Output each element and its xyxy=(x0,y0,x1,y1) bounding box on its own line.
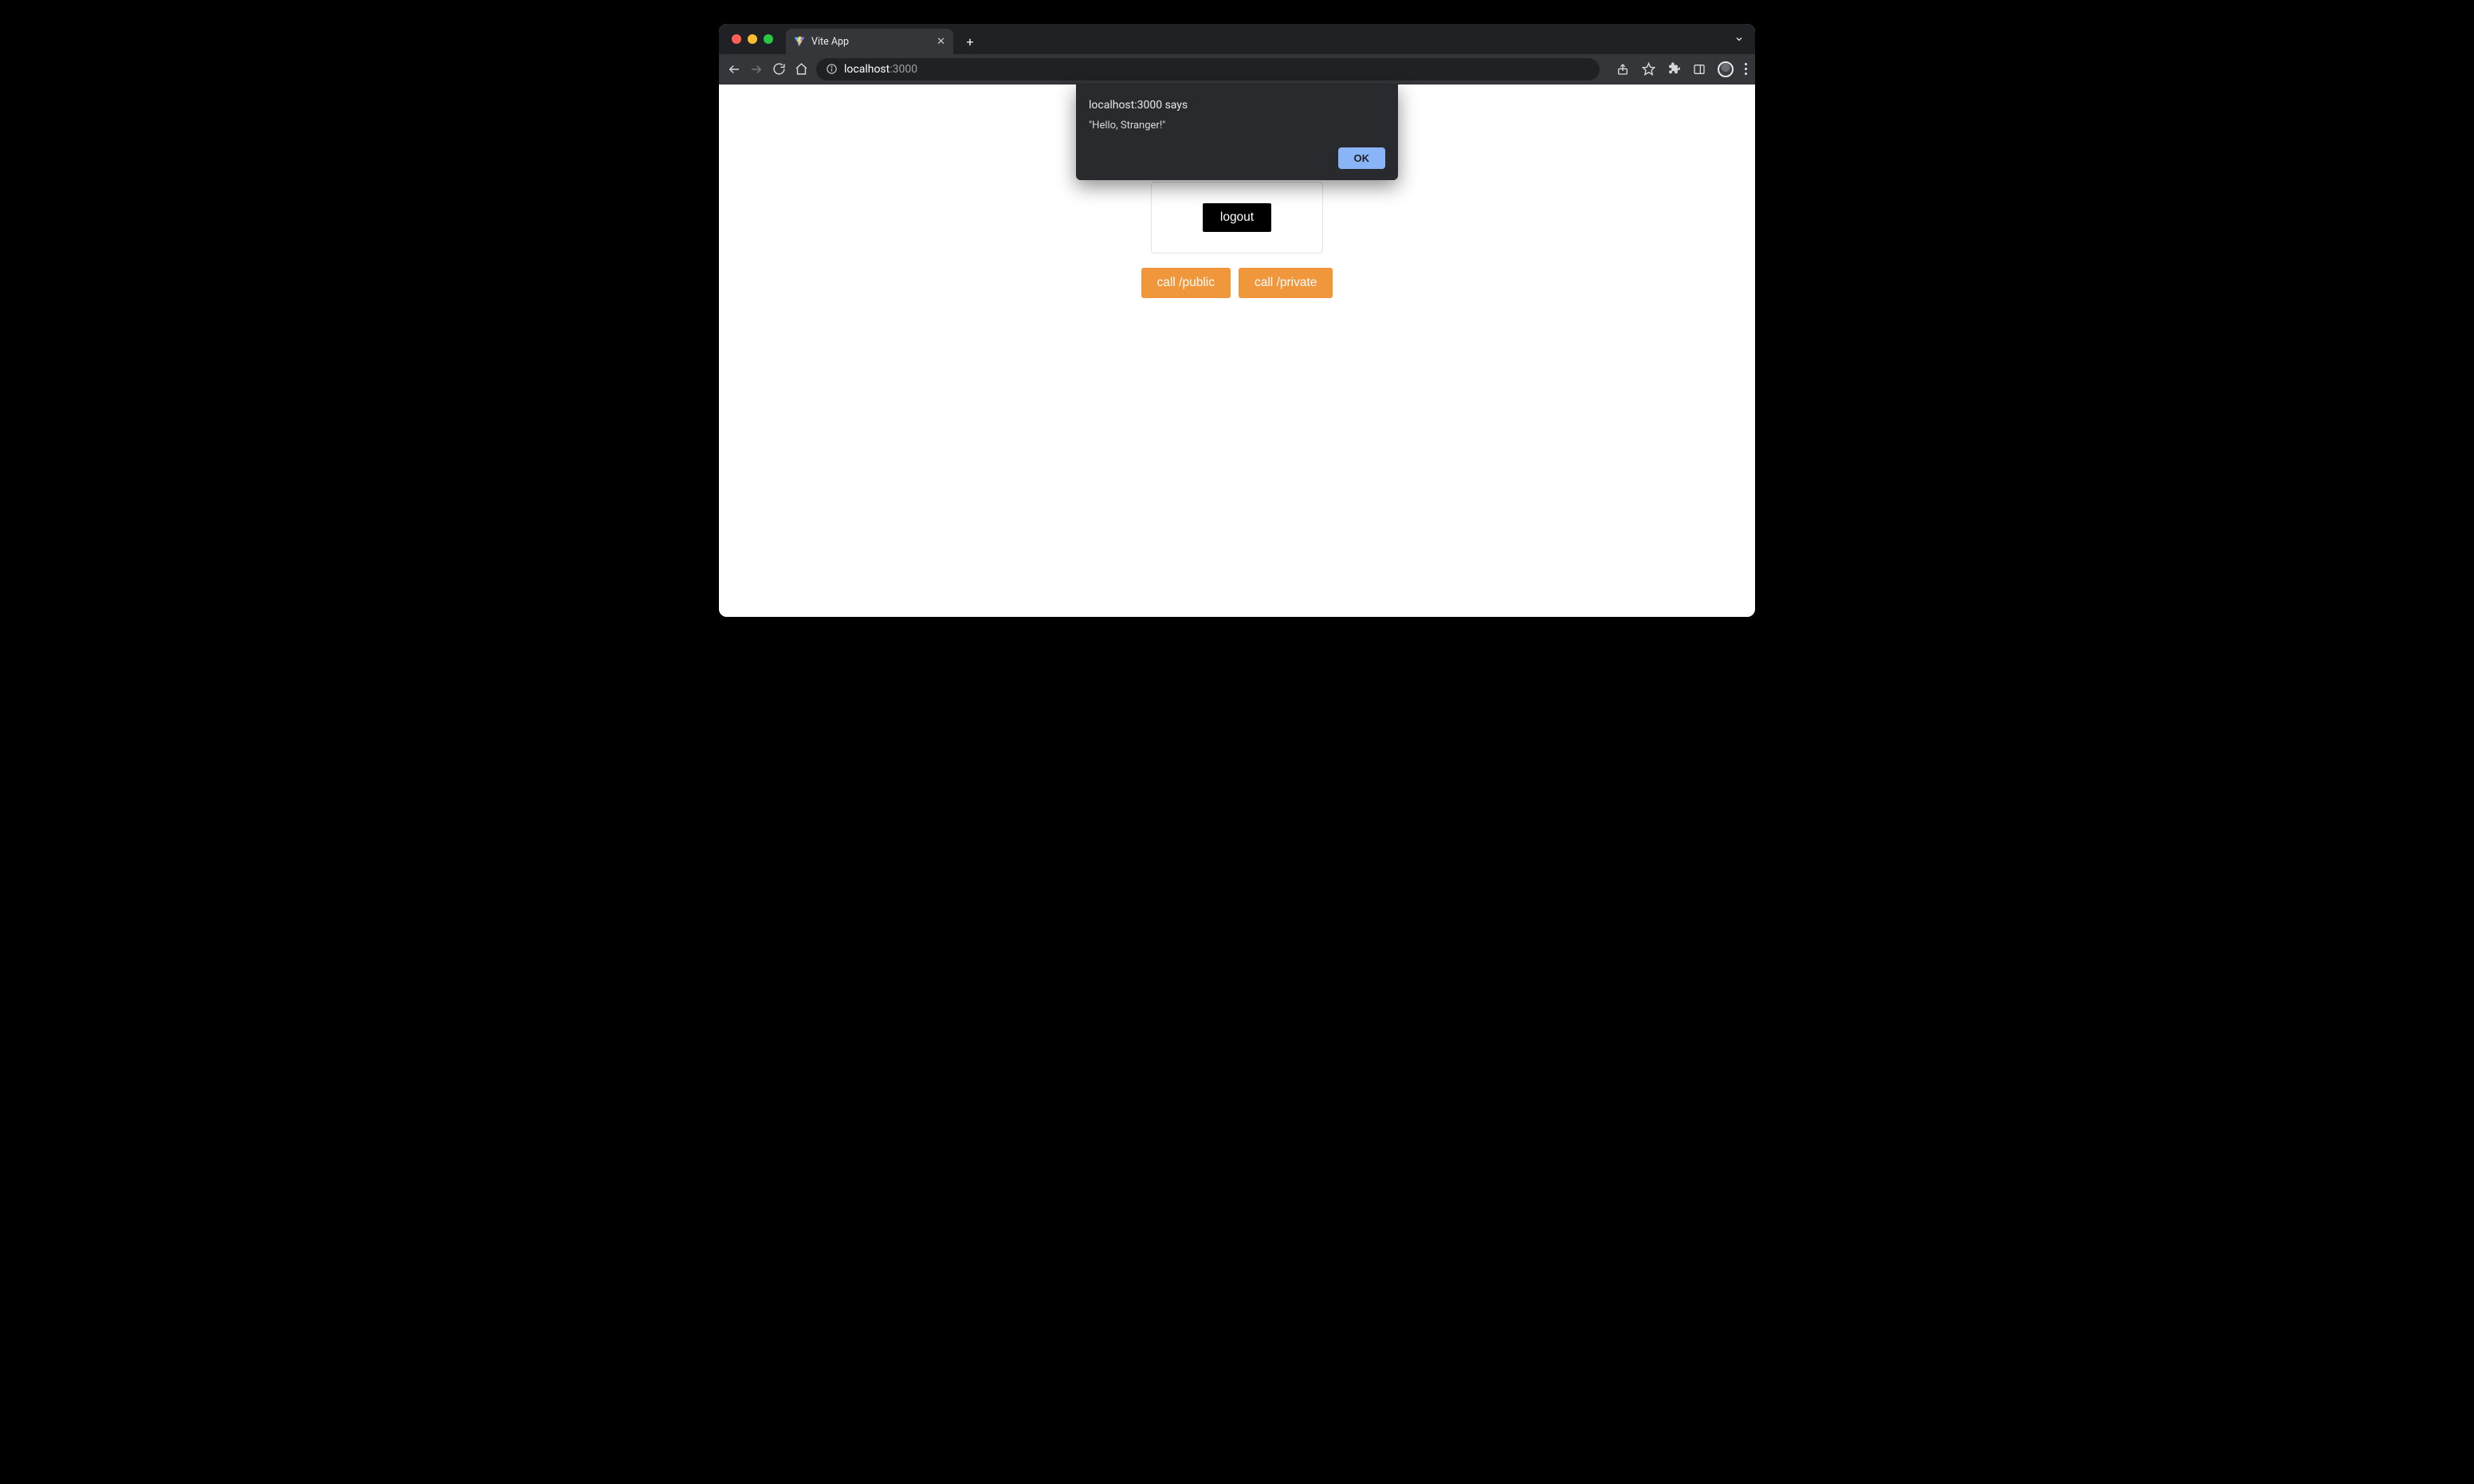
url-port: :3000 xyxy=(889,63,917,76)
bookmark-icon[interactable] xyxy=(1641,62,1655,77)
logout-button[interactable]: logout xyxy=(1203,203,1271,232)
alert-ok-button[interactable]: OK xyxy=(1338,147,1386,169)
window-controls xyxy=(728,24,780,54)
close-window-button[interactable] xyxy=(732,34,741,44)
url-text: localhost:3000 xyxy=(844,63,917,76)
profile-avatar[interactable] xyxy=(1718,61,1734,77)
forward-button[interactable] xyxy=(749,62,764,77)
minimize-window-button[interactable] xyxy=(748,34,757,44)
menu-icon[interactable] xyxy=(1745,63,1747,75)
browser-window: Vite App ✕ + localhost:3000 xyxy=(719,24,1755,617)
tab-strip: Vite App ✕ + xyxy=(719,24,1755,54)
maximize-window-button[interactable] xyxy=(764,34,773,44)
back-button[interactable] xyxy=(727,62,741,77)
address-bar[interactable]: localhost:3000 xyxy=(816,58,1600,80)
reload-button[interactable] xyxy=(772,62,786,77)
js-alert-dialog: localhost:3000 says "Hello, Stranger!" O… xyxy=(1076,84,1398,180)
vite-icon xyxy=(794,36,805,47)
call-private-button[interactable]: call /private xyxy=(1239,268,1333,298)
tab-title: Vite App xyxy=(811,36,930,48)
tab-search-icon[interactable] xyxy=(1734,34,1744,44)
auth-card: logout xyxy=(1151,182,1323,253)
new-tab-button[interactable]: + xyxy=(960,31,980,52)
toolbar-right xyxy=(1616,61,1747,77)
toolbar: localhost:3000 xyxy=(719,54,1755,84)
alert-actions: OK xyxy=(1089,147,1385,169)
close-tab-icon[interactable]: ✕ xyxy=(937,37,945,47)
alert-message: "Hello, Stranger!" xyxy=(1089,120,1385,132)
api-buttons-row: call /public call /private xyxy=(1141,268,1333,298)
site-info-icon[interactable] xyxy=(826,63,838,75)
browser-tab[interactable]: Vite App ✕ xyxy=(786,29,953,54)
call-public-button[interactable]: call /public xyxy=(1141,268,1231,298)
home-button[interactable] xyxy=(794,62,808,77)
alert-origin: localhost:3000 says xyxy=(1089,99,1385,112)
extensions-icon[interactable] xyxy=(1667,62,1681,77)
panel-icon[interactable] xyxy=(1692,62,1706,77)
url-host: localhost xyxy=(844,63,889,76)
share-icon[interactable] xyxy=(1616,62,1630,77)
